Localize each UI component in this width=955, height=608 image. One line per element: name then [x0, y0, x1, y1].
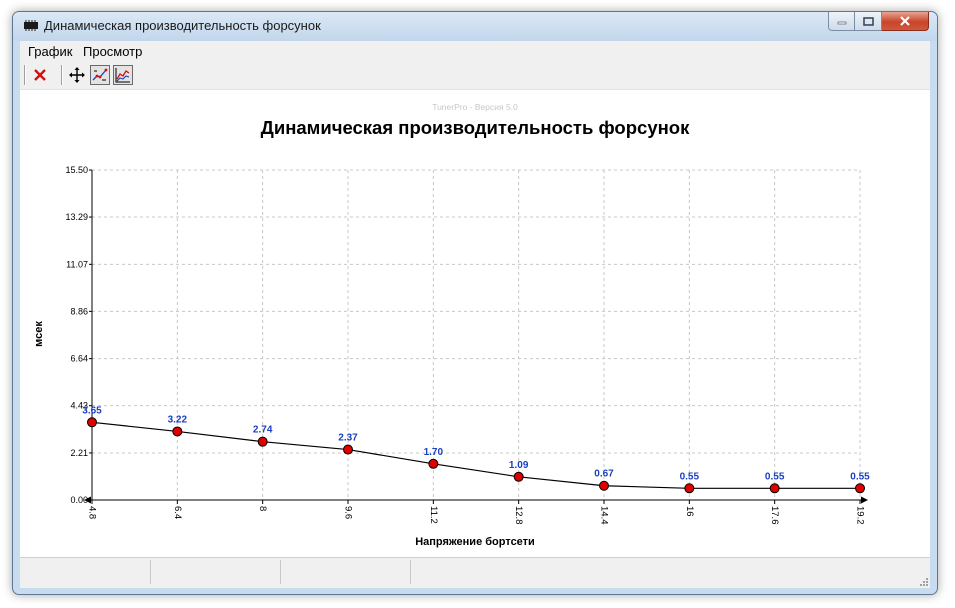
data-point [257, 436, 268, 447]
app-window: Динамическая производительность форсунок… [12, 11, 938, 595]
minimize-icon [837, 21, 846, 25]
data-label: 2.74 [253, 425, 273, 436]
delete-button[interactable] [30, 65, 50, 85]
data-label: 0.67 [594, 469, 614, 480]
data-series [87, 417, 865, 494]
chip-icon [24, 20, 38, 31]
y-tick-label: 8.86 [70, 306, 88, 316]
show-values-button[interactable] [90, 65, 110, 85]
data-label: 0.55 [765, 471, 785, 482]
close-button[interactable] [882, 12, 929, 31]
toolbar-separator [61, 65, 63, 85]
toolbar-separator [24, 65, 26, 85]
maximize-button[interactable] [855, 12, 882, 31]
resize-grip-icon[interactable] [918, 576, 928, 586]
x-axis-arrow-right [861, 496, 868, 504]
data-label: 2.37 [338, 433, 358, 444]
data-label: 3.22 [168, 414, 188, 425]
y-tick-label: 13.29 [65, 212, 88, 222]
data-point [513, 471, 524, 482]
maximize-icon [862, 16, 874, 26]
data-point [87, 417, 97, 428]
menu-bar: График Просмотр [20, 41, 930, 62]
menu-view[interactable]: Просмотр [83, 44, 142, 59]
close-icon [900, 16, 910, 26]
data-point [769, 483, 780, 494]
y-axis-label: мсек [33, 321, 45, 347]
y-tick-label: 2.21 [70, 448, 88, 458]
y-tick-label: 6.64 [70, 354, 88, 364]
window-controls [828, 12, 929, 32]
show-values-icon [92, 68, 108, 81]
show-graph-icon [115, 68, 130, 83]
title-bar[interactable]: Динамическая производительность форсунок [13, 12, 937, 41]
status-panel [151, 560, 281, 584]
x-tick-label: 11.2 [428, 506, 439, 524]
toolbar [20, 62, 930, 90]
line-chart[interactable]: TunerPro - Версия 5.0 Динамическая произ… [20, 90, 930, 557]
x-tick-label: 17.6 [769, 506, 780, 525]
data-point [343, 444, 353, 455]
minimize-button[interactable] [828, 12, 855, 31]
move-button[interactable] [67, 65, 87, 85]
data-point [684, 483, 695, 494]
y-tick-label: 0.00 [70, 495, 88, 505]
series-line [91, 421, 860, 489]
x-tick-label: 14.4 [598, 506, 609, 525]
x-axis-label: Напряжение бортсети [415, 536, 535, 548]
window-title: Динамическая производительность форсунок [44, 18, 321, 33]
y-tick-label: 11.07 [66, 259, 88, 269]
data-label: 1.70 [424, 447, 444, 458]
data-label: 0.55 [680, 471, 700, 482]
y-tick-labels: 0.002.214.436.648.8611.0713.2915.50 [65, 165, 88, 505]
x-tick-label: 16 [684, 506, 695, 517]
x-tick-label: 6.4 [172, 506, 183, 519]
x-tick-labels: 4.8 6.4 8 9.6 11.2 12.8 14.4 16 17.6 19.2 [86, 506, 865, 525]
status-panel [281, 560, 411, 584]
x-tick-label: 12.8 [513, 506, 524, 525]
y-tick-label: 15.50 [65, 165, 88, 175]
data-label: 3.65 [82, 405, 102, 416]
data-label: 1.09 [509, 460, 529, 471]
data-label: 0.55 [850, 471, 870, 482]
data-point [428, 458, 439, 469]
move-icon [69, 67, 85, 83]
data-point [599, 480, 609, 491]
data-point [172, 426, 183, 437]
status-bar [20, 557, 930, 588]
data-point [855, 483, 865, 494]
client-area: График Просмотр TunerPro - Версия 5.0 Ди… [20, 41, 930, 588]
delete-icon [34, 69, 46, 81]
chart-area: TunerPro - Версия 5.0 Динамическая произ… [20, 90, 930, 557]
menu-graph[interactable]: График [28, 44, 72, 59]
x-tick-label: 19.2 [854, 506, 865, 525]
show-graph-button[interactable] [113, 65, 133, 85]
chart-axes [84, 169, 868, 504]
status-panel [20, 560, 151, 584]
x-tick-label: 4.8 [86, 506, 97, 519]
watermark-text: TunerPro - Версия 5.0 [432, 102, 518, 112]
x-tick-label: 8 [257, 506, 268, 511]
x-tick-label: 9.6 [342, 506, 353, 519]
chart-grid [92, 169, 861, 500]
chart-title: Динамическая производительность форсунок [261, 117, 690, 138]
